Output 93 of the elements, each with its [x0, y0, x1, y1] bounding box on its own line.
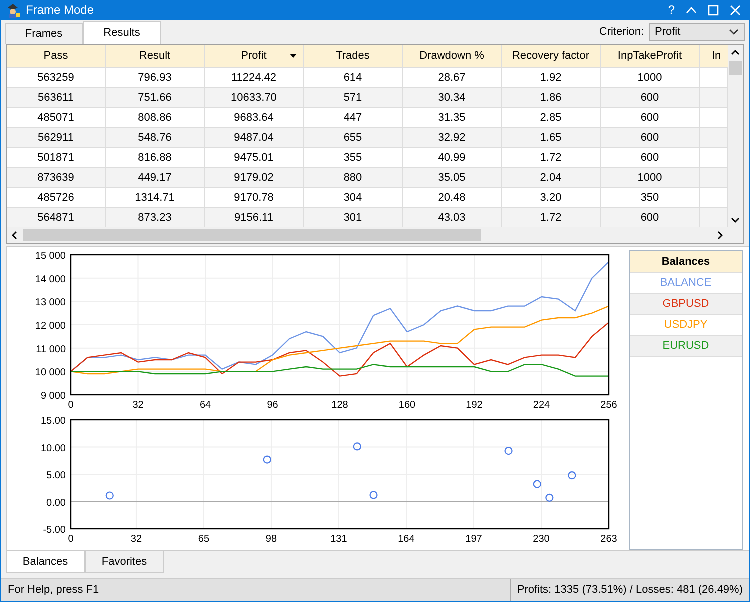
table-cell: 1000	[601, 168, 700, 188]
legend-header: Balances	[630, 251, 742, 273]
y-tick-label: 0.00	[46, 498, 66, 509]
scroll-down-icon[interactable]	[731, 218, 740, 223]
table-cell	[700, 168, 728, 188]
collapse-icon[interactable]	[686, 4, 697, 16]
y-tick-label: 10.00	[40, 443, 66, 454]
column-header[interactable]: Profit	[205, 45, 304, 68]
column-header[interactable]: Pass	[7, 45, 106, 68]
x-tick-label: 224	[533, 400, 550, 411]
table-cell: 655	[304, 128, 403, 148]
criterion-label: Criterion:	[599, 26, 644, 38]
table-cell	[700, 128, 728, 148]
x-tick-label: 131	[330, 534, 348, 545]
scroll-left-icon[interactable]	[12, 231, 17, 240]
y-tick-label: -5.00	[43, 525, 66, 536]
table-cell: 1.65	[502, 128, 601, 148]
column-header[interactable]: InpTakeProfit	[601, 45, 700, 68]
x-tick-label: 98	[266, 534, 278, 545]
window-title: Frame Mode	[26, 3, 96, 17]
table-cell: 43.03	[403, 208, 502, 228]
tab[interactable]: Favorites	[85, 551, 164, 573]
column-header[interactable]: Recovery factor	[502, 45, 601, 68]
x-tick-label: 230	[533, 534, 550, 545]
vertical-scrollbar[interactable]	[728, 45, 743, 227]
x-tick-label: 197	[466, 534, 482, 545]
scrollbar-thumb[interactable]	[729, 61, 742, 75]
tab[interactable]: Balances	[6, 551, 85, 573]
table-cell: 9487.04	[205, 128, 304, 148]
scrollbar-thumb[interactable]	[23, 229, 481, 241]
table-cell: 1.72	[502, 208, 601, 228]
table-cell: 600	[601, 88, 700, 108]
table-cell: 449.17	[106, 168, 205, 188]
table-cell: 9156.11	[205, 208, 304, 228]
x-tick-label: 96	[267, 400, 278, 411]
x-tick-label: 263	[600, 534, 618, 545]
y-tick-label: 15.00	[40, 416, 66, 427]
column-header[interactable]: Result	[106, 45, 205, 68]
x-tick-label: 32	[132, 400, 144, 411]
status-summary: Profits: 1335 (73.51%) / Losses: 481 (26.49%)	[517, 584, 743, 596]
table-cell: 301	[304, 208, 403, 228]
table-cell: 564871	[7, 208, 106, 228]
x-tick-label: 256	[600, 400, 618, 411]
y-tick-label: 12 000	[35, 321, 66, 332]
maximize-icon[interactable]	[708, 4, 719, 16]
table-cell: 548.76	[106, 128, 205, 148]
table-cell: 32.92	[403, 128, 502, 148]
y-tick-label: 10 000	[35, 368, 66, 379]
x-tick-label: 65	[198, 534, 210, 545]
table-cell: 880	[304, 168, 403, 188]
y-tick-label: 15 000	[35, 251, 66, 262]
close-icon[interactable]	[730, 4, 741, 16]
table-cell: 571	[304, 88, 403, 108]
table-cell: 562911	[7, 128, 106, 148]
y-tick-label: 9 000	[40, 391, 66, 402]
table-cell: 35.05	[403, 168, 502, 188]
table-cell: 873639	[7, 168, 106, 188]
x-tick-label: 0	[68, 534, 74, 545]
scroll-right-icon[interactable]	[718, 231, 723, 240]
y-tick-label: 14 000	[35, 274, 66, 286]
table-cell: 2.04	[502, 168, 601, 188]
tab[interactable]: Results	[83, 21, 161, 44]
table-cell: 873.23	[106, 208, 205, 228]
y-tick-label: 13 000	[35, 298, 66, 309]
column-header[interactable]: In	[700, 45, 728, 68]
table-cell	[700, 208, 728, 228]
chevron-down-icon	[729, 29, 739, 35]
table-cell: 600	[601, 208, 700, 228]
y-tick-label: 11 000	[36, 344, 66, 356]
table-cell: 751.66	[106, 88, 205, 108]
x-tick-label: 160	[398, 400, 416, 411]
scroll-up-icon[interactable]	[731, 50, 740, 55]
horizontal-scrollbar[interactable]	[7, 227, 743, 243]
table-cell: 1.86	[502, 88, 601, 108]
table-cell: 9179.02	[205, 168, 304, 188]
status-text: For Help, press F1	[7, 584, 100, 596]
table-cell: 30.34	[403, 88, 502, 108]
x-tick-label: 192	[466, 400, 483, 411]
criterion-dropdown[interactable]: Profit	[649, 23, 745, 41]
table-cell: 563611	[7, 88, 106, 108]
x-tick-label: 64	[200, 400, 212, 411]
x-tick-label: 32	[130, 534, 142, 545]
column-header[interactable]: Trades	[304, 45, 403, 68]
table-cell: 600	[601, 128, 700, 148]
table-cell	[700, 88, 728, 108]
help-button[interactable]: ?	[668, 3, 675, 17]
x-tick-label: 164	[398, 534, 415, 545]
tab[interactable]: Frames	[5, 23, 83, 44]
x-tick-label: 128	[332, 400, 348, 411]
table-cell: 10633.70	[205, 88, 304, 108]
y-tick-label: 5.00	[46, 470, 66, 482]
x-tick-label: 0	[68, 400, 74, 411]
column-header[interactable]: Drawdown %	[403, 45, 502, 68]
